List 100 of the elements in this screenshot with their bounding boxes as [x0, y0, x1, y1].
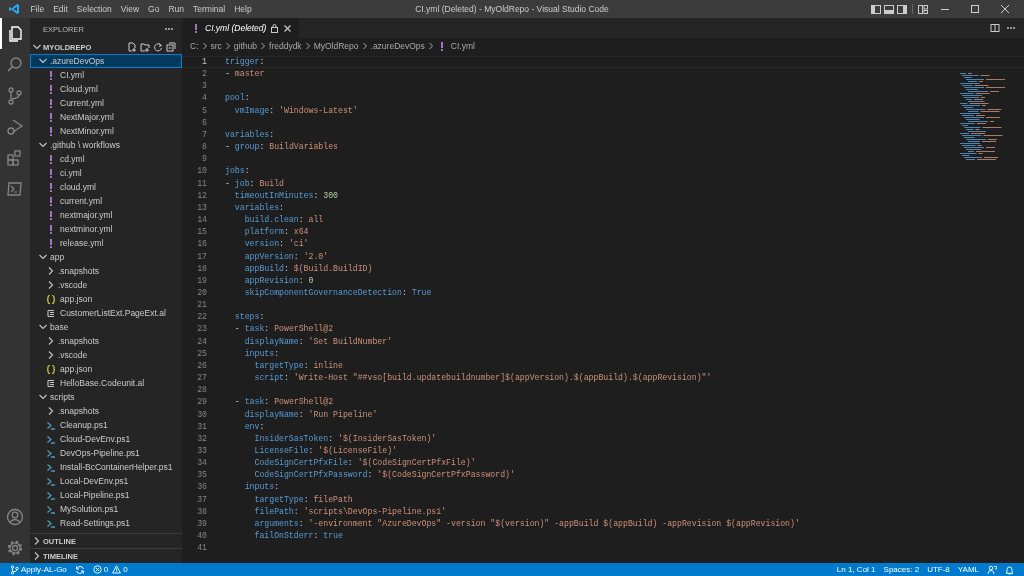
split-editor-icon[interactable]: [990, 23, 1000, 33]
language-mode[interactable]: YAML: [953, 563, 983, 576]
menu-item[interactable]: View: [116, 0, 144, 18]
breadcrumb[interactable]: freddydk: [269, 40, 302, 51]
breadcrumb[interactable]: CI.yml: [450, 40, 475, 51]
line-number: 30: [196, 408, 207, 421]
terminal-prompt-icon: [46, 420, 56, 430]
tree-entry[interactable]: Read-Settings.ps1: [30, 516, 182, 530]
secondary-sidebar-toggle-icon[interactable]: [897, 3, 907, 15]
line-number: 1: [201, 56, 207, 68]
code-line: CodeSignCertPfxFile: '$(CodeSignCertPfxFile)': [253, 457, 476, 470]
refresh-icon[interactable]: [153, 42, 163, 52]
warning-icon: [112, 565, 122, 574]
tree-entry[interactable]: cd.yml: [30, 152, 182, 166]
tree-entry[interactable]: Cleanup.ps1: [30, 418, 182, 432]
folder-item[interactable]: .github \ workflows: [30, 138, 182, 152]
breadcrumb[interactable]: MyOldRepo: [313, 40, 359, 51]
tree-entry[interactable]: cloud.yml: [30, 180, 182, 194]
tree-entry[interactable]: CI.yml: [30, 68, 182, 82]
terminal-prompt-icon: [46, 490, 56, 500]
tree-entry[interactable]: Current.yml: [30, 96, 182, 110]
maximize-icon[interactable]: [969, 4, 980, 14]
terminal-prompt-icon: [46, 448, 56, 458]
folder-item[interactable]: .azureDevOps: [30, 54, 182, 68]
breadcrumb[interactable]: src: [210, 40, 222, 51]
problems-indicator[interactable]: 0 0: [88, 563, 132, 576]
folder-item[interactable]: .vscode: [30, 278, 182, 292]
tree-entry[interactable]: Cloud-DevEnv.ps1: [30, 432, 182, 446]
error-icon: [92, 565, 102, 574]
code-line: appVersion: '2.0': [243, 250, 329, 263]
tree-entry[interactable]: Cloud.yml: [30, 82, 182, 96]
folder-item[interactable]: scripts: [30, 390, 182, 404]
tree-entry[interactable]: CustomerListExt.PageExt.al: [30, 306, 182, 320]
close-icon[interactable]: [999, 4, 1010, 14]
folder-item[interactable]: .snapshots: [30, 334, 182, 348]
menu-item[interactable]: Terminal: [188, 0, 230, 18]
line-number: 25: [196, 347, 207, 360]
new-file-icon[interactable]: [127, 42, 137, 52]
folder-item[interactable]: .snapshots: [30, 264, 182, 278]
account-icon[interactable]: [5, 506, 25, 527]
line-number: 21: [196, 299, 207, 312]
menu-item[interactable]: Help: [229, 0, 257, 18]
tree-entry[interactable]: NextMajor.yml: [30, 110, 182, 124]
code-line: arguments: '-environment "AzureDevOps" -version "$(version)" -appBuild $(appBuild) -appRevision $(appRevision)': [253, 517, 800, 530]
tree-entry[interactable]: DevOps-Pipeline.ps1: [30, 446, 182, 460]
tree-entry[interactable]: ci.yml: [30, 166, 182, 180]
tree-entry[interactable]: app.json: [30, 292, 182, 306]
close-icon[interactable]: [283, 23, 293, 33]
line-number: 17: [196, 250, 207, 263]
tree-entry[interactable]: nextmajor.yml: [30, 208, 182, 222]
folder-item[interactable]: .vscode: [30, 348, 182, 362]
tree-entry[interactable]: current.yml: [30, 194, 182, 208]
line-number: 13: [196, 201, 207, 214]
tree-entry[interactable]: app.json: [30, 362, 182, 376]
tree-entry[interactable]: release.yml: [30, 236, 182, 250]
layout-icon[interactable]: [918, 3, 928, 15]
line-number: 14: [196, 214, 207, 227]
sidebar-toggle-icon[interactable]: [871, 3, 881, 15]
menu-item[interactable]: Run: [163, 0, 189, 18]
line-number: 23: [196, 323, 207, 336]
collapse-all-icon[interactable]: [166, 42, 176, 52]
feedback-icon[interactable]: [987, 564, 997, 575]
code-line: CodeSignCertPfxPassword: '$(CodeSignCertPfxPassword)': [253, 469, 515, 482]
menu-item[interactable]: File: [26, 0, 49, 18]
tree-entry[interactable]: Install-BcContainerHelper.ps1: [30, 460, 182, 474]
folder-item[interactable]: app: [30, 250, 182, 264]
cursor-position[interactable]: Ln 1, Col 1: [832, 563, 880, 576]
line-number: 8: [201, 141, 207, 154]
editor-tab[interactable]: CI.yml (Deleted): [182, 18, 300, 38]
terminal-prompt-icon: [46, 434, 56, 444]
tree-entry[interactable]: nextminor.yml: [30, 222, 182, 236]
line-number: 32: [196, 432, 207, 445]
lines-icon: [46, 378, 56, 388]
branch-indicator[interactable]: Apply-AL-Go: [6, 563, 71, 576]
menu-item[interactable]: Selection: [72, 0, 117, 18]
terminal-prompt-icon: [46, 504, 56, 514]
panel-toggle-icon[interactable]: [884, 3, 894, 15]
folder-item[interactable]: base: [30, 320, 182, 334]
line-number: 29: [196, 396, 207, 409]
line-number: 26: [196, 359, 207, 372]
menu-item[interactable]: Go: [143, 0, 164, 18]
tree-entry[interactable]: Local-DevEnv.ps1: [30, 474, 182, 488]
line-number: 34: [196, 457, 207, 470]
tree-entry[interactable]: MySolution.ps1: [30, 502, 182, 516]
indentation-setting[interactable]: Spaces: 2: [879, 563, 924, 576]
chevron-right-icon: [223, 40, 232, 51]
tree-entry[interactable]: Local-Pipeline.ps1: [30, 488, 182, 502]
tree-entry[interactable]: NextMinor.yml: [30, 124, 182, 138]
new-folder-icon[interactable]: [140, 42, 150, 52]
breadcrumb[interactable]: .azureDevOps: [370, 40, 425, 51]
breadcrumb[interactable]: github: [233, 40, 257, 51]
menu-item[interactable]: Edit: [48, 0, 73, 18]
sync-icon[interactable]: [74, 564, 85, 575]
breadcrumb[interactable]: C:: [190, 40, 199, 51]
encoding-setting[interactable]: UTF-8: [923, 563, 954, 576]
branch-icon[interactable]: [5, 85, 25, 106]
line-number: 3: [201, 80, 207, 93]
tree-entry[interactable]: HelloBase.Codeunit.al: [30, 376, 182, 390]
folder-item[interactable]: .snapshots: [30, 404, 182, 418]
bell-icon[interactable]: [1005, 564, 1014, 575]
